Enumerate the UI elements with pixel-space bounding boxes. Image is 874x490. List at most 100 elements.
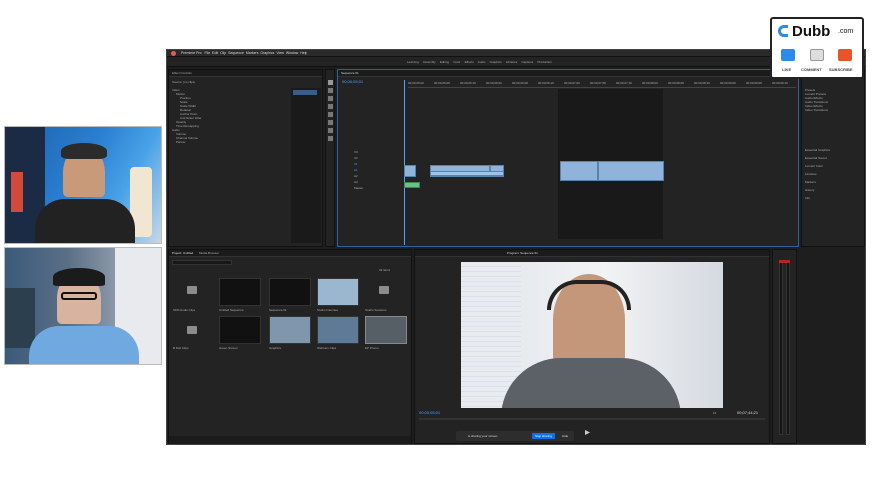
- section-info[interactable]: Info: [805, 196, 863, 204]
- project-item-label: Green Screen: [219, 346, 238, 350]
- section-essential-graphics[interactable]: Essential Graphics: [805, 148, 863, 156]
- project-item-label: EP Promo: [365, 346, 379, 350]
- folder-icon[interactable]: [379, 286, 389, 294]
- project-item-label: Studio Interview: [317, 308, 339, 312]
- pen-tool-icon[interactable]: [328, 120, 333, 125]
- audio-clip[interactable]: [404, 182, 420, 188]
- comment-icon[interactable]: [810, 49, 824, 61]
- effect-controls-tab[interactable]: Effect Controls: [172, 71, 192, 75]
- hand-tool-icon[interactable]: [328, 128, 333, 133]
- project-thumb-webcam[interactable]: [317, 316, 359, 344]
- project-footer: [169, 436, 411, 444]
- ruler-tick: 00;00;07;16: [616, 81, 632, 85]
- video-person-headset: [547, 280, 631, 310]
- menu-app[interactable]: Premiere Pro: [181, 51, 202, 55]
- project-thumb[interactable]: [269, 278, 311, 306]
- param-panner[interactable]: Panner: [172, 140, 292, 144]
- section-essential-sound[interactable]: Essential Sound: [805, 156, 863, 164]
- effect-keyframe-area[interactable]: [291, 88, 321, 243]
- folder-icon[interactable]: [187, 286, 197, 294]
- menu-view[interactable]: View: [276, 51, 284, 55]
- menu-file[interactable]: File: [205, 51, 211, 55]
- sequence-tab[interactable]: Sequence 01: [341, 71, 359, 75]
- ripple-edit-tool-icon[interactable]: [328, 96, 333, 101]
- menu-edit[interactable]: Edit: [212, 51, 218, 55]
- slip-tool-icon[interactable]: [328, 112, 333, 117]
- effects-item-video-transitions[interactable]: Video Transitions: [805, 108, 863, 112]
- ws-color[interactable]: Color: [453, 60, 460, 64]
- workspace-tabs: Learning Assembly Editing Color Effects …: [407, 60, 552, 64]
- stop-sharing-button[interactable]: Stop sharing: [532, 433, 555, 439]
- menu-window[interactable]: Window: [286, 51, 298, 55]
- audio-meter-peak: [779, 260, 790, 263]
- ruler-tick: 00;00;09;16: [772, 81, 788, 85]
- project-thumb-selected[interactable]: [365, 316, 407, 344]
- razor-tool-icon[interactable]: [328, 104, 333, 109]
- menu-clip[interactable]: Clip: [220, 51, 226, 55]
- playhead[interactable]: [404, 80, 405, 245]
- play-icon[interactable]: [585, 430, 590, 435]
- dubb-overlay: Dubb .com LIKE COMMENT SUBSCRIBE: [770, 17, 864, 79]
- ruler-tick: 00;00;09;08: [746, 81, 762, 85]
- project-thumb-webcam[interactable]: [269, 316, 311, 344]
- presenter-1-shirt: [35, 199, 135, 243]
- subscribe-icon[interactable]: [838, 49, 852, 61]
- project-thumb[interactable]: [219, 278, 261, 306]
- ws-graphics[interactable]: Graphics: [490, 60, 502, 64]
- shelf-item: [11, 172, 23, 212]
- effect-params-list: Video Motion Position Scale Scale Width …: [172, 88, 292, 144]
- ws-learning[interactable]: Learning: [407, 60, 419, 64]
- presenter-2-shirt: [29, 326, 139, 364]
- program-video-frame[interactable]: [461, 262, 723, 408]
- track-master[interactable]: Master: [340, 186, 400, 192]
- menu-markers[interactable]: Markers: [246, 51, 259, 55]
- type-tool-icon[interactable]: [328, 136, 333, 141]
- section-libraries[interactable]: Libraries: [805, 172, 863, 180]
- menu-help[interactable]: Help: [300, 51, 307, 55]
- timeline-clip[interactable]: [598, 161, 664, 181]
- program-tab[interactable]: Program: Sequence 01: [507, 251, 538, 255]
- project-tab[interactable]: Project: Untitled: [172, 251, 193, 255]
- menu-graphics[interactable]: Graphics: [260, 51, 274, 55]
- section-lumetri-color[interactable]: Lumetri Color: [805, 164, 863, 172]
- webcam-presenter-1: [4, 126, 162, 244]
- like-icon[interactable]: [781, 49, 795, 61]
- workspace-bar: Learning Assembly Editing Color Effects …: [167, 57, 865, 67]
- section-history[interactable]: History: [805, 188, 863, 196]
- program-scrubber[interactable]: [419, 418, 765, 420]
- selection-tool-icon[interactable]: [328, 80, 333, 85]
- video-person-shirt: [501, 358, 681, 408]
- program-fit-select[interactable]: Fit: [713, 411, 716, 415]
- track-select-tool-icon[interactable]: [328, 88, 333, 93]
- program-timecode-left[interactable]: 00;00;05;01: [419, 411, 440, 415]
- project-thumb-interview[interactable]: [317, 278, 359, 306]
- dubb-brand: Dubb: [792, 23, 831, 40]
- ws-assembly[interactable]: Assembly: [423, 60, 436, 64]
- section-markers[interactable]: Markers: [805, 180, 863, 188]
- project-thumb[interactable]: [219, 316, 261, 344]
- project-search-input[interactable]: [172, 260, 232, 265]
- folder-icon[interactable]: [187, 326, 197, 334]
- menu-sequence[interactable]: Sequence: [228, 51, 244, 55]
- ruler-tick: 00;00;07;08: [590, 81, 606, 85]
- project-item-label: SMS Audio Clips: [173, 308, 196, 312]
- ws-production[interactable]: Production: [537, 60, 551, 64]
- background-chair: [5, 288, 35, 348]
- timeline-timecode[interactable]: 00;00;05;01: [342, 80, 363, 84]
- ws-audio[interactable]: Audio: [478, 60, 486, 64]
- hide-button[interactable]: Hide: [562, 434, 568, 438]
- ruler-tick: 00;00;05;08: [434, 81, 450, 85]
- premiere-window: Premiere Pro File Edit Clip Sequence Mar…: [166, 49, 866, 445]
- track-headers: V3 V2 V1 A1 A2 A3 Master: [340, 150, 400, 192]
- ws-effects[interactable]: Effects: [465, 60, 474, 64]
- time-ruler[interactable]: 00;00;05;00 00;00;05;08 00;00;05;16 00;0…: [408, 80, 796, 88]
- timeline-clip[interactable]: [560, 161, 598, 181]
- ws-captions[interactable]: Captions: [521, 60, 533, 64]
- close-icon[interactable]: [171, 51, 176, 56]
- ws-editing[interactable]: Editing: [440, 60, 449, 64]
- timeline-clip[interactable]: [404, 165, 416, 177]
- project-tabbar: Project: Untitled Media Browser: [169, 250, 411, 257]
- audio-clip[interactable]: [430, 171, 504, 176]
- ws-libraries[interactable]: Libraries: [506, 60, 518, 64]
- media-browser-tab[interactable]: Media Browser: [199, 251, 219, 255]
